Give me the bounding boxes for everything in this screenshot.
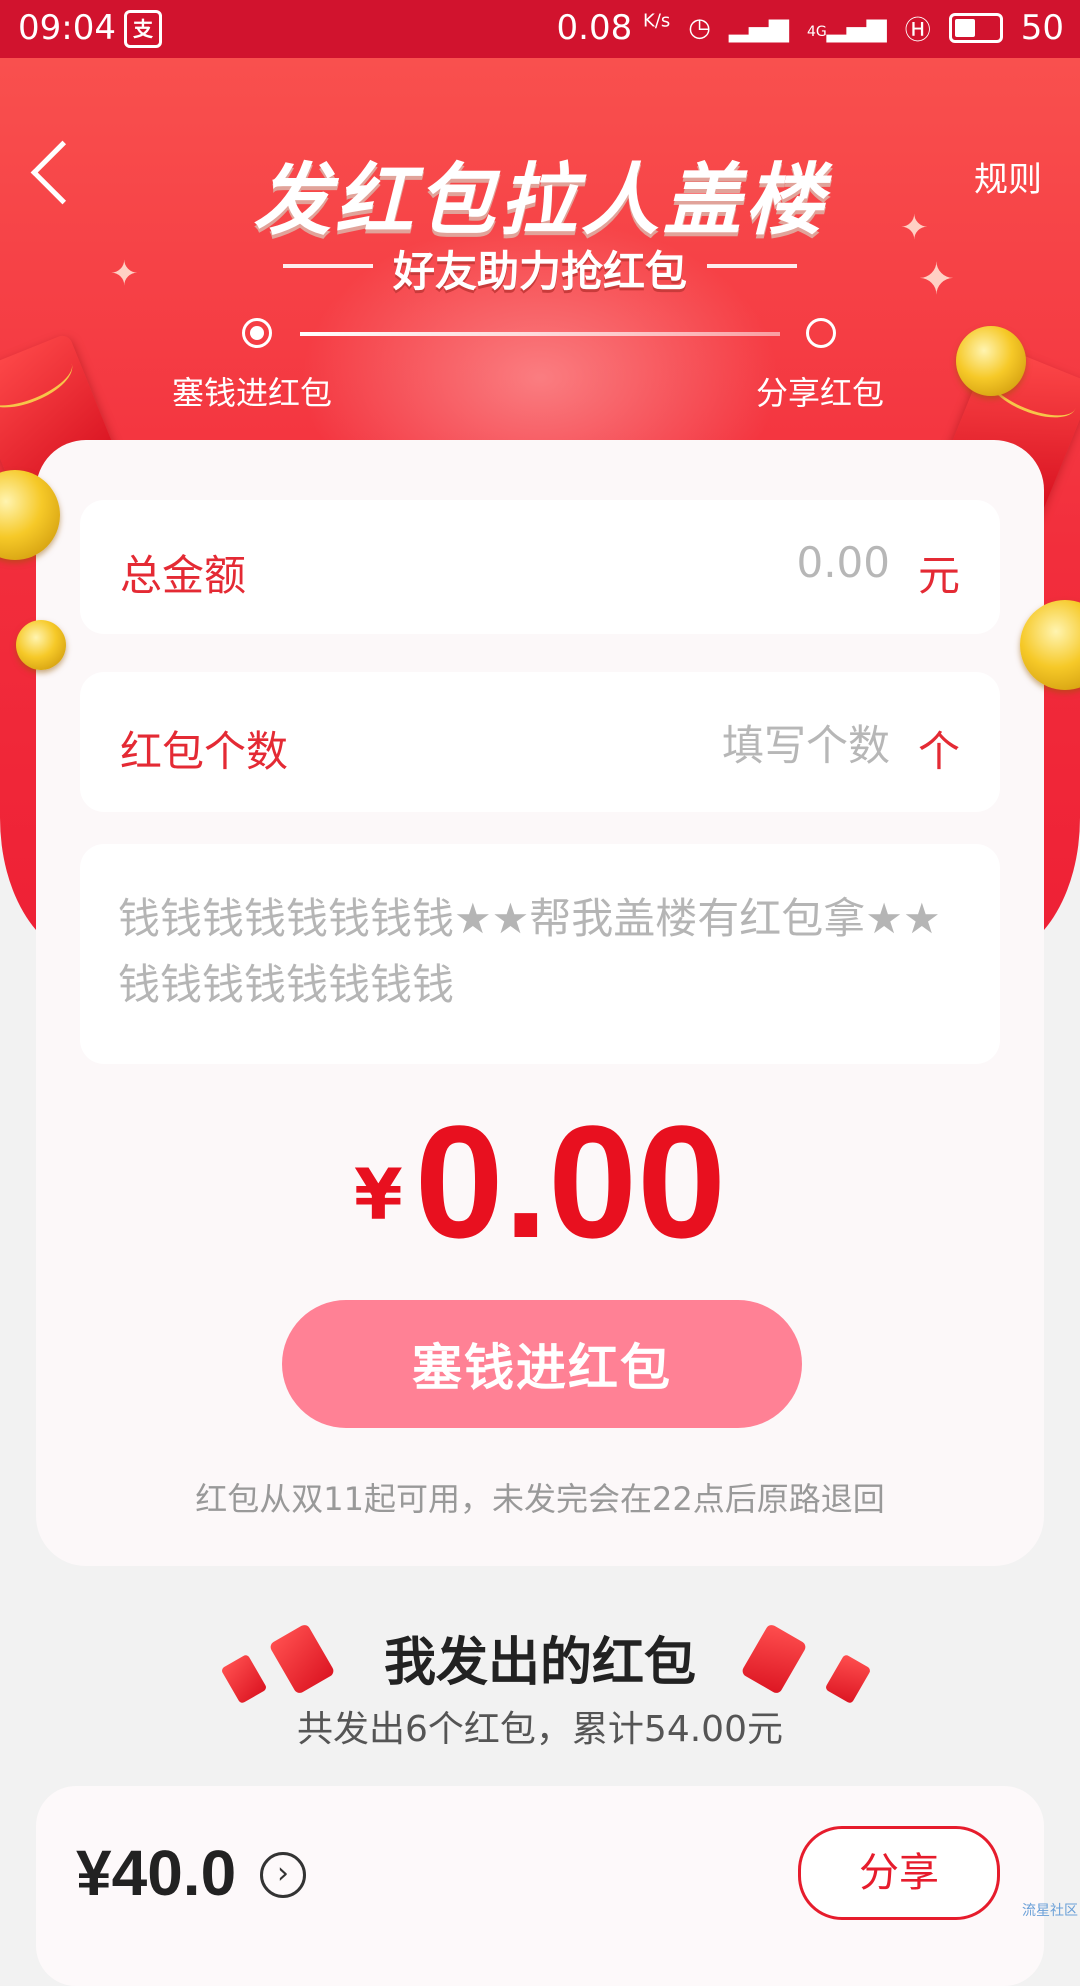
- currency-symbol: ¥: [353, 1154, 403, 1236]
- page-title: 发红包拉人盖楼: [252, 156, 827, 246]
- blessing-message-field[interactable]: 钱钱钱钱钱钱钱钱★★帮我盖楼有红包拿★★钱钱钱钱钱钱钱钱: [80, 844, 1000, 1064]
- step-dot: [806, 318, 836, 348]
- speed-value: 0.08: [556, 8, 633, 48]
- total-amount-label: 总金额: [120, 551, 247, 600]
- status-bar: 09:04 支 0.08 K/s ◷ ▂▄▆ 4G▂▄▆ Ⓗ 50: [0, 0, 1080, 58]
- alipay-icon: 支: [124, 10, 162, 48]
- share-button[interactable]: 分享: [798, 1826, 1000, 1920]
- sent-record-item[interactable]: ¥40.0 › 分享: [36, 1786, 1044, 1986]
- step-label-share: 分享红包: [756, 374, 885, 412]
- red-packet-form-card: 总金额 0.00 元 红包个数 填写个数 个 钱钱钱钱钱钱钱钱★★帮我盖楼有红包…: [36, 440, 1044, 1566]
- packet-count-field[interactable]: 红包个数 填写个数 个: [80, 672, 1000, 812]
- gold-coin-decoration: [956, 326, 1026, 396]
- alarm-icon: ◷: [688, 13, 711, 43]
- total-amount-unit: 元: [917, 551, 960, 600]
- fill-red-packet-button[interactable]: 塞钱进红包: [282, 1300, 802, 1428]
- battery-level: 50: [1020, 8, 1064, 48]
- signal-icon: ▂▄▆: [728, 13, 789, 43]
- blessing-message-text[interactable]: 钱钱钱钱钱钱钱钱★★帮我盖楼有红包拿★★钱钱钱钱钱钱钱钱: [118, 886, 960, 1018]
- sent-section-title: 我发出的红包: [383, 1633, 696, 1693]
- status-time: 09:04: [18, 8, 116, 48]
- progress-steps: 塞钱进红包 分享红包: [0, 318, 1080, 418]
- total-amount-display: ¥0.00: [36, 1090, 1044, 1274]
- record-amount: ¥40.0: [76, 1837, 237, 1909]
- total-amount-value[interactable]: 0.00: [796, 538, 890, 587]
- total-amount-field[interactable]: 总金额 0.00 元: [80, 500, 1000, 634]
- network-speed: 0.08 K/s: [557, 8, 671, 48]
- signal-4g-icon: 4G▂▄▆: [806, 13, 887, 43]
- battery-icon: [948, 13, 1003, 43]
- refund-hint: 红包从双11起可用，未发完会在22点后原路退回: [195, 1480, 885, 1518]
- watermark: 流星社区: [1022, 1903, 1078, 1919]
- step-connector: [300, 332, 780, 336]
- subtitle-wrap: 好友助力抢红包: [0, 238, 1080, 299]
- gold-coin-decoration: [16, 620, 66, 670]
- status-right: 0.08 K/s ◷ ▂▄▆ 4G▂▄▆ Ⓗ 50: [557, 8, 1065, 48]
- packet-count-label: 红包个数: [120, 727, 289, 776]
- sent-summary: 共发出6个红包，累计54.00元: [297, 1709, 783, 1750]
- amount-number: 0.00: [414, 1092, 727, 1271]
- step-dot-active: [242, 318, 272, 348]
- packet-count-unit: 个: [917, 727, 960, 776]
- page-subtitle: 好友助力抢红包: [282, 238, 798, 299]
- speed-unit: K/s: [643, 10, 671, 32]
- hd-icon: Ⓗ: [904, 15, 931, 46]
- step-label-fill: 塞钱进红包: [172, 374, 333, 412]
- chevron-right-icon[interactable]: ›: [260, 1852, 306, 1898]
- rules-link[interactable]: 规则: [974, 152, 1042, 201]
- packet-count-input[interactable]: 填写个数: [722, 712, 890, 773]
- network-type: 4G: [806, 24, 827, 40]
